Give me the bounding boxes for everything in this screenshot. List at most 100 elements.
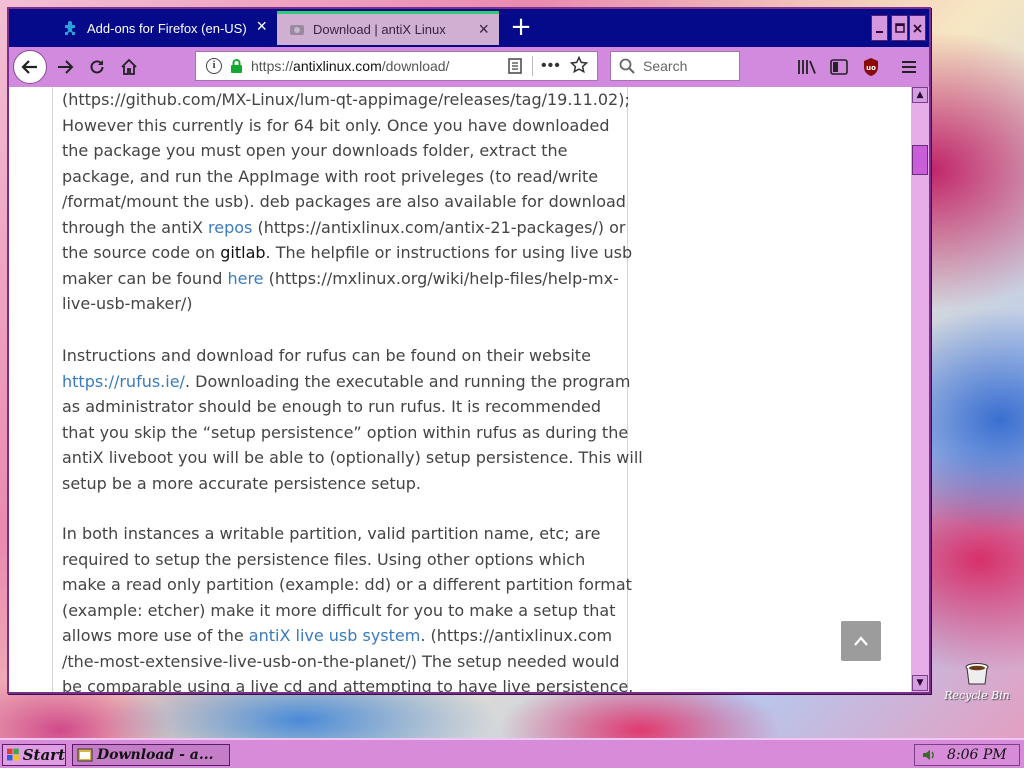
article-paragraph: In both instances a writable partition, … [62,521,633,692]
inline-link[interactable]: here [227,269,263,288]
clock[interactable]: 8:06 PM [947,747,1007,763]
taskbar-item-label: Download - a... [97,747,214,763]
inline-link[interactable]: repos [208,218,252,237]
bookmark-star-icon[interactable] [569,55,589,77]
paragraph-line: live-usb-maker/) [62,291,622,317]
start-button[interactable]: Start [2,744,66,766]
navigation-toolbar: i https://antixlinux.com/download/ ••• S… [9,47,929,87]
inline-text: maker can be found [62,268,228,288]
home-button[interactable] [117,55,141,79]
inline-text: . Downloading the executable and running… [184,371,631,391]
inline-text: as administrator should be enough to run… [62,397,602,416]
new-tab-button[interactable]: + [507,13,535,43]
system-tray: 8:06 PM [914,744,1020,766]
browser-window: Add-ons for Firefox (en-US) × Download |… [7,7,931,694]
svg-text:uo: uo [866,64,876,72]
inline-text: (example: etcher) make it more difficult… [62,600,616,620]
paragraph-line: make a read only partition (example: dd)… [62,572,632,598]
inline-text: However this currently is for 64 bit onl… [62,115,610,135]
paragraph-line: through the antiX repos (https://antixli… [62,215,626,241]
inline-text: that you skip the “setup persistence” op… [62,422,629,442]
tab-download-antix[interactable]: Download | antiX Linux × [277,11,499,45]
sidebar-icon [830,59,848,75]
inline-text-emphasis: gitlab [220,243,266,262]
minimize-button[interactable] [871,15,888,41]
inline-text: through the antiX [62,217,209,237]
maximize-button[interactable] [891,15,908,41]
paragraph-line: Instructions and download for rufus can … [62,343,622,369]
inline-text: the source code on [62,243,221,262]
recycle-bin-desktop-icon[interactable]: Recycle Bin [940,662,1014,702]
inline-text: Instructions and download for rufus can … [62,346,591,365]
paragraph-line: the package you must open your downloads… [62,138,622,164]
maximize-icon [894,23,905,33]
paragraph-line: (example: etcher) make it more difficult… [62,598,622,624]
close-tab-icon[interactable]: × [256,17,267,35]
sidebar-button[interactable] [827,55,851,79]
tab-addons[interactable]: Add-ons for Firefox (en-US) × [51,11,277,45]
back-button[interactable] [13,50,47,84]
close-window-button[interactable] [909,15,926,41]
search-placeholder: Search [643,58,688,74]
search-icon [619,58,635,74]
vertical-scrollbar[interactable]: ▲ ▼ [911,87,929,692]
url-text: https://antixlinux.com/download/ [251,58,450,74]
volume-tray-icon[interactable] [921,747,937,763]
start-label: Start [22,746,65,764]
reader-view-icon[interactable] [508,58,522,77]
library-button[interactable] [795,55,819,79]
inline-text: package, and run the AppImage with root … [62,166,599,186]
scrollbar-thumb[interactable] [912,145,928,175]
taskbar: Start Download - a... 8:06 PM [0,738,1024,768]
inline-link[interactable]: antiX live usb system [249,626,421,645]
inline-text: allows more use of the [62,626,249,645]
recycle-bin-icon [965,663,989,685]
site-info-icon[interactable]: i [206,58,222,74]
back-arrow-icon [21,60,37,74]
inline-text: the package you must open your downloads… [62,141,568,160]
close-tab-icon[interactable]: × [478,20,489,38]
menu-button[interactable] [897,55,921,79]
inline-link[interactable]: https://rufus.ie/ [62,372,185,391]
search-input[interactable]: Search [610,51,740,81]
taskbar-item-browser[interactable]: Download - a... [72,744,230,766]
chevron-up-icon [854,636,868,646]
inline-text: (https://antixlinux.com/antix-21-package… [252,217,626,237]
scroll-up-arrow-icon[interactable]: ▲ [912,87,928,103]
page-actions-icon[interactable]: ••• [541,57,561,75]
ublock-origin-button[interactable]: uo [859,55,883,79]
article-paragraph: Instructions and download for rufus can … [62,343,643,497]
tab-title: Add-ons for Firefox (en-US) [87,20,247,36]
inline-text: /format/mount the usb). deb packages are… [62,192,626,211]
paragraph-line: https://rufus.ie/. Downloading the execu… [62,369,630,395]
inline-text: be comparable using a live cd and attemp… [62,677,634,692]
paragraph-line: the source code on gitlab. The helpfile … [62,240,632,266]
tab-title: Download | antiX Linux [313,22,446,37]
close-icon [913,23,922,33]
inline-text: antiX liveboot you will be able to (opti… [62,448,643,467]
minimize-icon [876,30,883,33]
reload-button[interactable] [85,55,109,79]
forward-arrow-icon [58,60,74,74]
paragraph-line: package, and run the AppImage with root … [62,164,622,190]
puzzle-piece-icon [63,20,79,36]
divider [532,56,533,76]
paragraph-line: be comparable using a live cd and attemp… [62,674,633,692]
paragraph-line: as administrator should be enough to run… [62,394,622,420]
scroll-down-arrow-icon[interactable]: ▼ [912,675,928,691]
paragraph-line: allows more use of the antiX live usb sy… [62,623,622,649]
address-bar[interactable]: i https://antixlinux.com/download/ ••• [195,51,598,81]
paragraph-line: In both instances a writable partition, … [62,521,622,547]
paragraph-line: /the-most-extensive-live-usb-on-the-plan… [62,649,622,675]
inline-text: live-usb-maker/) [62,294,193,313]
inline-text: . The helpfile or instructions for using… [265,243,633,262]
inline-text: setup be a more accurate persistence set… [62,473,421,493]
scroll-to-top-button[interactable] [841,621,881,661]
inline-text: make a read only partition (example: dd)… [62,575,632,594]
ublock-shield-icon: uo [864,58,878,76]
paragraph-line: setup be a more accurate persistence set… [62,471,622,497]
forward-button[interactable] [53,55,77,79]
article-paragraph: (https://github.com/MX-Linux/lum-qt-appi… [62,87,632,317]
paragraph-line: (https://github.com/MX-Linux/lum-qt-appi… [62,87,630,113]
tab-bar: Add-ons for Firefox (en-US) × Download |… [9,9,929,47]
